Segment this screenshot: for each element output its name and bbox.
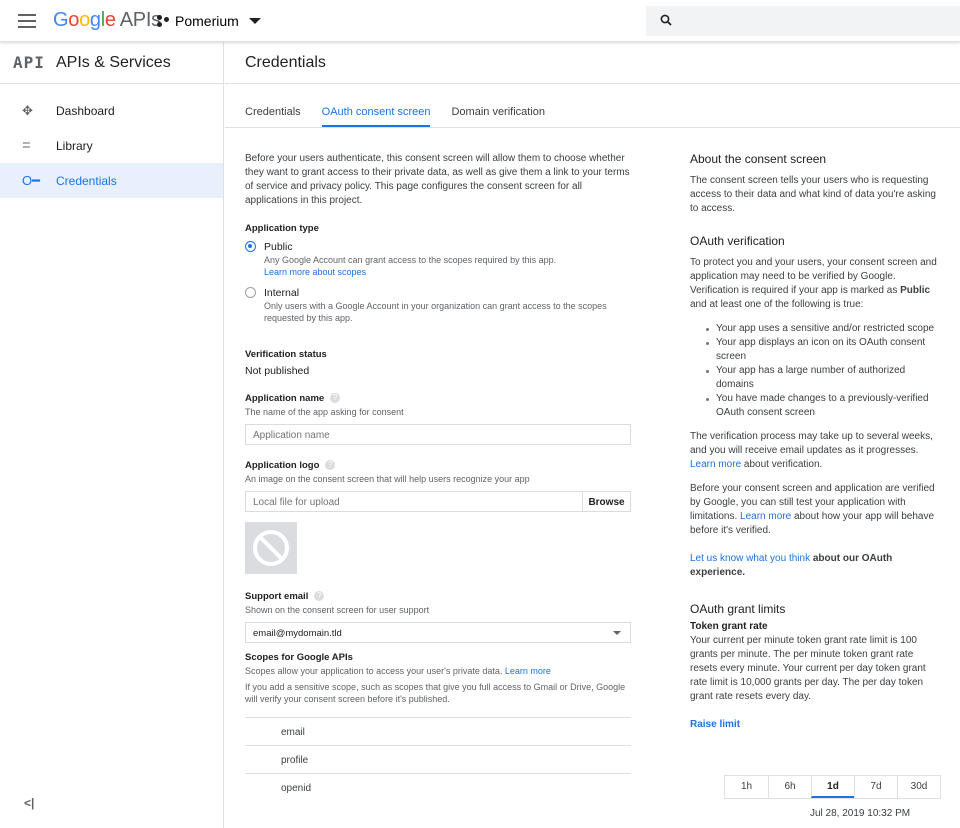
verification-title: OAuth verification: [690, 234, 785, 248]
token-grant-rate-title: Token grant rate: [690, 621, 768, 632]
feedback-link[interactable]: Let us know what you think: [690, 553, 810, 564]
range-1h[interactable]: 1h: [725, 776, 768, 798]
internal-option[interactable]: Internal Only users with a Google Accoun…: [245, 286, 631, 324]
sidebar-header: API APIs & Services: [0, 42, 223, 84]
internal-hint: Only users with a Google Account in your…: [264, 301, 607, 323]
logo-file-input[interactable]: Local file for upload Browse: [245, 491, 631, 512]
application-logo-label: Application logo: [245, 460, 320, 471]
consent-form: Before your users authenticate, this con…: [245, 152, 631, 801]
scope-row: email: [245, 717, 631, 745]
brand-apis: APIs: [119, 9, 161, 31]
support-email-value: email@mydomain.tld: [253, 628, 342, 639]
tab-domain-verification[interactable]: Domain verification: [451, 100, 545, 127]
internal-radio[interactable]: [245, 287, 256, 298]
sidebar-item-credentials[interactable]: O━ Credentials: [0, 163, 223, 198]
scopes-learn-more-link[interactable]: Learn more: [505, 666, 551, 676]
scopes-label: Scopes for Google APIs: [245, 652, 353, 663]
google-apis-logo[interactable]: Google APIs: [53, 9, 161, 32]
support-email-select[interactable]: email@mydomain.tld: [245, 622, 631, 643]
public-option[interactable]: Public Any Google Account can grant acce…: [245, 240, 631, 278]
help-icon[interactable]: ?: [325, 460, 336, 471]
search-input[interactable]: [646, 6, 960, 36]
collapse-sidebar-button[interactable]: <|: [24, 796, 34, 810]
public-hint: Any Google Account can grant access to t…: [264, 255, 557, 265]
project-dots-icon: [157, 15, 169, 27]
sidebar-item-dashboard[interactable]: ✥ Dashboard: [0, 93, 223, 128]
scopes-hint: Scopes allow your application to access …: [245, 666, 503, 676]
process-learn-more-link[interactable]: Learn more: [690, 459, 741, 470]
application-logo-hint: An image on the consent screen that will…: [245, 474, 530, 484]
tab-oauth-consent-screen[interactable]: OAuth consent screen: [321, 100, 431, 127]
bullet-item: Your app uses a sensitive and/or restric…: [690, 322, 940, 336]
bullet-item: Your app displays an icon on its OAuth c…: [690, 336, 940, 364]
menu-icon[interactable]: [18, 14, 36, 28]
application-name-input[interactable]: Application name: [245, 424, 631, 445]
about-text: The consent screen tells your users who …: [690, 175, 936, 214]
bullet-item: Your app has a large number of authorize…: [690, 364, 940, 392]
key-icon: O━: [22, 172, 40, 188]
scopes-note: If you add a sensitive scope, such as sc…: [245, 682, 626, 704]
verification-text-end: and at least one of the following is tru…: [690, 299, 864, 310]
before-learn-more-link[interactable]: Learn more: [740, 511, 791, 522]
support-email-label: Support email: [245, 591, 309, 602]
process-text: The verification process may take up to …: [690, 431, 933, 456]
process-text-end: about verification.: [743, 459, 823, 470]
scope-row: openid: [245, 773, 631, 801]
search-icon: [660, 14, 672, 26]
scope-row: profile: [245, 745, 631, 773]
sidebar-item-library[interactable]: ꘌ Library: [0, 128, 223, 163]
tab-credentials[interactable]: Credentials: [245, 100, 301, 127]
range-6h[interactable]: 6h: [768, 776, 811, 798]
sidebar-item-label: Credentials: [56, 173, 117, 188]
api-logo: API: [13, 53, 45, 72]
project-selector[interactable]: Pomerium: [157, 13, 261, 29]
dashboard-icon: ✥: [22, 102, 33, 118]
logo-placeholder-image: [245, 522, 297, 574]
top-app-bar: Google APIs Pomerium: [0, 0, 960, 42]
library-icon: ꘌ: [22, 137, 31, 153]
raise-limit-link[interactable]: Raise limit: [690, 718, 940, 732]
main-content: Credentials Credentials OAuth consent sc…: [225, 42, 960, 828]
learn-more-scopes-link[interactable]: Learn more about scopes: [264, 266, 556, 278]
browse-button[interactable]: Browse: [582, 492, 630, 511]
intro-text: Before your users authenticate, this con…: [245, 153, 630, 206]
chevron-down-icon: [613, 631, 621, 635]
verification-public: Public: [900, 285, 931, 296]
help-icon[interactable]: ?: [314, 591, 325, 602]
file-placeholder: Local file for upload: [253, 497, 340, 508]
public-radio[interactable]: [245, 241, 256, 252]
tab-bar: Credentials OAuth consent screen Domain …: [225, 100, 960, 128]
support-email-hint: Shown on the consent screen for user sup…: [245, 605, 430, 615]
range-7d[interactable]: 7d: [854, 776, 897, 798]
chevron-down-icon: [248, 18, 261, 24]
application-name-hint: The name of the app asking for consent: [245, 407, 404, 417]
help-icon[interactable]: ?: [330, 393, 341, 404]
sidebar-title: APIs & Services: [56, 53, 171, 71]
verification-status-value: Not published: [245, 365, 310, 377]
token-grant-rate-text: Your current per minute token grant rate…: [690, 635, 926, 702]
about-title: About the consent screen: [690, 152, 827, 166]
bullet-item: You have made changes to a previously-ve…: [690, 392, 940, 420]
verification-status-label: Verification status: [245, 349, 327, 360]
range-30d[interactable]: 30d: [897, 776, 940, 798]
sidebar-item-label: Library: [56, 138, 93, 153]
application-type-label: Application type: [245, 223, 319, 234]
timestamp: Jul 28, 2019 10:32 PM: [810, 808, 911, 819]
internal-label: Internal: [264, 287, 300, 299]
grant-limits-title: OAuth grant limits: [690, 602, 786, 616]
info-panel: About the consent screen The consent scr…: [690, 152, 940, 732]
public-label: Public: [264, 241, 293, 253]
page-title: Credentials: [245, 53, 326, 71]
application-name-label: Application name: [245, 393, 325, 404]
sidebar-item-label: Dashboard: [56, 103, 115, 118]
range-1d[interactable]: 1d: [811, 776, 854, 798]
time-range-selector: 1h 6h 1d 7d 30d: [724, 775, 941, 799]
no-image-icon: [253, 530, 289, 566]
project-name: Pomerium: [175, 13, 239, 29]
sidebar: API APIs & Services ✥ Dashboard ꘌ Librar…: [0, 42, 224, 828]
